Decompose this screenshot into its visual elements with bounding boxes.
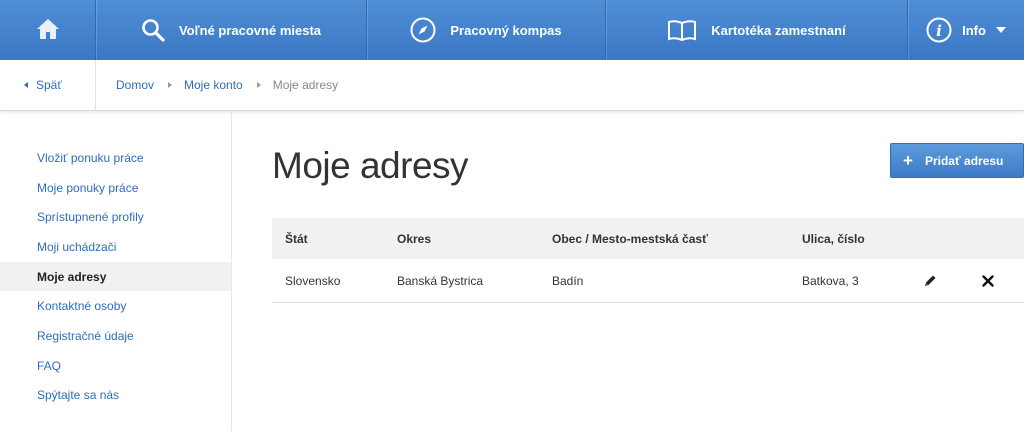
chevron-down-icon	[995, 27, 1006, 33]
sidebar-item-faq[interactable]: FAQ	[0, 351, 231, 381]
cell-municipality: Badín	[552, 273, 584, 288]
chevron-left-icon	[24, 82, 28, 88]
cell-street: Batkova, 3	[802, 273, 859, 288]
cell-country: Slovensko	[285, 273, 341, 288]
nav-occupations-label: Kartotéka zamestnaní	[711, 22, 846, 38]
sidebar-item-add-job[interactable]: Vložiť ponuku práce	[0, 143, 231, 173]
nav-free-jobs-label: Voľné pracovné miesta	[178, 22, 322, 38]
table-header: Štát Okres Obec / Mesto-mestská časť Uli…	[272, 218, 1024, 259]
sidebar-item-shared-profiles[interactable]: Sprístupnené profily	[0, 202, 231, 232]
pencil-icon[interactable]	[922, 273, 938, 289]
svg-text:i: i	[936, 22, 942, 40]
breadcrumb-current: Moje adresy	[272, 78, 339, 92]
breadcrumb: Domov Moje konto Moje adresy	[116, 60, 338, 110]
header-street: Ulica, číslo	[802, 231, 865, 246]
back-label: Späť	[36, 78, 62, 92]
compass-icon	[410, 17, 436, 43]
add-address-button[interactable]: + Pridať adresu	[890, 143, 1024, 178]
nav-occupations[interactable]: Kartotéka zamestnaní	[606, 0, 908, 60]
breadcrumb-home[interactable]: Domov	[116, 78, 154, 92]
plus-icon: +	[903, 151, 913, 170]
header-municipality: Obec / Mesto-mestská časť	[552, 231, 708, 246]
search-icon	[141, 18, 165, 42]
sidebar-item-my-applicants[interactable]: Moji uchádzači	[0, 232, 231, 262]
nav-free-jobs[interactable]: Voľné pracovné miesta	[96, 0, 367, 60]
addresses-table: Štát Okres Obec / Mesto-mestská časť Uli…	[272, 218, 1024, 303]
chevron-right-icon	[168, 82, 173, 88]
header-country: Štát	[285, 231, 308, 246]
sidebar-item-ask-us[interactable]: Spýtajte sa nás	[0, 381, 231, 411]
sidebar: Vložiť ponuku práce Moje ponuky práce Sp…	[0, 112, 232, 431]
back-button[interactable]: Späť	[0, 60, 96, 110]
home-button[interactable]	[0, 0, 96, 60]
header-district: Okres	[397, 231, 432, 246]
breadcrumb-account[interactable]: Moje konto	[184, 78, 243, 92]
home-icon	[36, 18, 60, 43]
book-icon	[667, 19, 697, 41]
top-navigation: Voľné pracovné miesta Pracovný kompas Ka…	[0, 0, 1024, 60]
cell-district: Banská Bystrica	[397, 273, 484, 288]
sidebar-item-my-jobs[interactable]: Moje ponuky práce	[0, 173, 231, 203]
add-address-label: Pridať adresu	[924, 153, 1004, 168]
sidebar-item-contacts[interactable]: Kontaktné osoby	[0, 291, 231, 321]
nav-info[interactable]: i Info	[908, 0, 1024, 60]
sidebar-item-registration[interactable]: Registračné údaje	[0, 321, 231, 351]
nav-info-label: Info	[962, 22, 986, 38]
breadcrumb-bar: Späť Domov Moje konto Moje adresy	[0, 60, 1024, 111]
chevron-right-icon	[256, 82, 261, 88]
page-title: Moje adresy	[272, 145, 469, 186]
sidebar-item-my-addresses[interactable]: Moje adresy	[0, 261, 231, 292]
nav-compass-label: Pracovný kompas	[450, 22, 562, 38]
info-icon: i	[926, 17, 952, 43]
close-icon[interactable]	[980, 273, 996, 289]
nav-compass[interactable]: Pracovný kompas	[367, 0, 606, 60]
table-row: Slovensko Banská Bystrica Badín Batkova,…	[272, 259, 1024, 303]
